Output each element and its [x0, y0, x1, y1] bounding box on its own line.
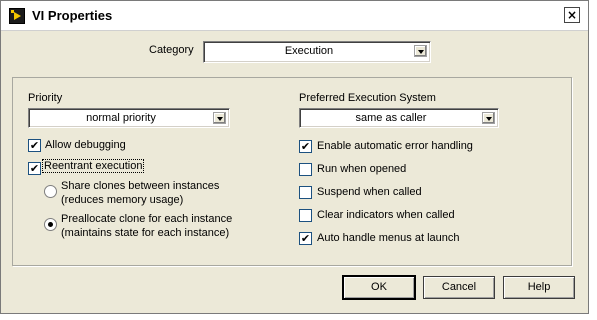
- reentrant-execution-label-wrap[interactable]: Reentrant execution: [42, 159, 145, 173]
- auto-error-handling-checkbox[interactable]: ✔: [299, 140, 312, 153]
- preallocate-clone-sublabel: (maintains state for each instance): [61, 227, 230, 239]
- exec-system-label: Preferred Execution System: [299, 92, 436, 104]
- suspend-when-called-checkbox[interactable]: [299, 186, 312, 199]
- share-clones-radio[interactable]: [44, 185, 57, 198]
- priority-label: Priority: [28, 92, 63, 104]
- allow-debugging-checkbox[interactable]: ✔: [28, 139, 41, 152]
- chevron-down-icon[interactable]: [414, 45, 427, 57]
- exec-system-value: same as caller: [355, 112, 427, 124]
- auto-handle-menus-label[interactable]: Auto handle menus at launch: [317, 232, 460, 244]
- priority-dropdown[interactable]: normal priority: [28, 108, 230, 128]
- clear-indicators-checkbox[interactable]: [299, 209, 312, 222]
- help-button[interactable]: Help: [503, 276, 575, 299]
- category-dropdown[interactable]: Execution: [203, 41, 431, 63]
- chevron-down-icon[interactable]: [482, 112, 495, 124]
- run-when-opened-label[interactable]: Run when opened: [317, 163, 406, 175]
- share-clones-label[interactable]: Share clones between instances: [61, 180, 219, 192]
- share-clones-sublabel: (reduces memory usage): [61, 194, 184, 206]
- allow-debugging-label[interactable]: Allow debugging: [45, 139, 126, 151]
- reentrant-execution-label[interactable]: Reentrant execution: [42, 159, 145, 173]
- clear-indicators-label[interactable]: Clear indicators when called: [317, 209, 455, 221]
- preallocate-clone-radio[interactable]: [44, 218, 57, 231]
- reentrant-execution-checkbox[interactable]: ✔: [28, 162, 41, 175]
- exec-system-dropdown[interactable]: same as caller: [299, 108, 499, 128]
- cancel-button[interactable]: Cancel: [423, 276, 495, 299]
- priority-value: normal priority: [86, 112, 156, 124]
- labview-icon: [9, 8, 25, 24]
- auto-error-handling-label[interactable]: Enable automatic error handling: [317, 140, 473, 152]
- category-label: Category: [149, 44, 194, 56]
- run-when-opened-checkbox[interactable]: [299, 163, 312, 176]
- chevron-down-icon[interactable]: [213, 112, 226, 124]
- auto-handle-menus-checkbox[interactable]: ✔: [299, 232, 312, 245]
- suspend-when-called-label[interactable]: Suspend when called: [317, 186, 422, 198]
- vi-properties-dialog: VI Properties × Category Execution Prior…: [0, 0, 589, 314]
- ok-button[interactable]: OK: [343, 276, 415, 299]
- title-bar[interactable]: VI Properties ×: [1, 1, 588, 31]
- preallocate-clone-label[interactable]: Preallocate clone for each instance: [61, 213, 232, 225]
- category-value: Execution: [284, 45, 334, 57]
- window-title: VI Properties: [32, 8, 113, 23]
- close-button[interactable]: ×: [564, 7, 580, 23]
